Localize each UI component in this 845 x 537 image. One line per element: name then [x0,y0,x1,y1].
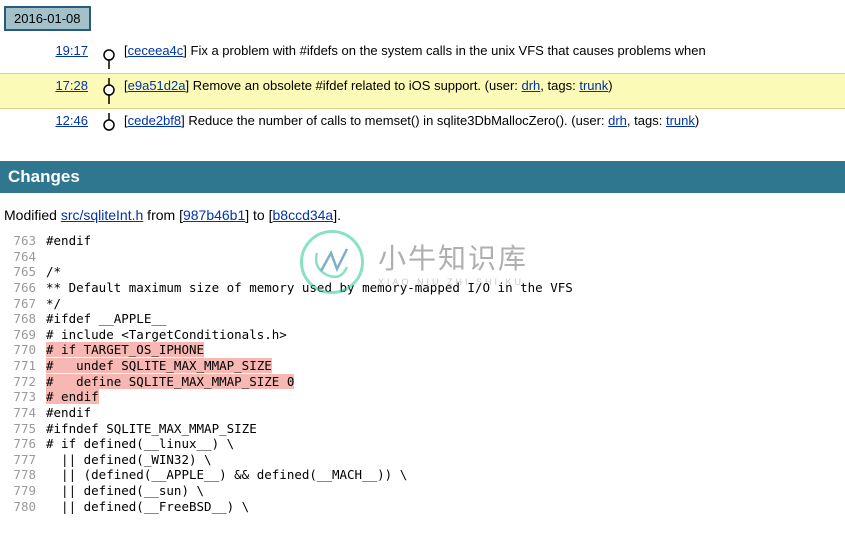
code-text: || (defined(__APPLE__) && defined(__MACH… [46,467,407,482]
timeline-message: [e9a51d2a] Remove an obsolete #ifdef rel… [118,78,845,93]
changes-heading: Changes [0,161,845,193]
rail-node-icon [100,78,118,104]
commit-hash-link[interactable]: cede2bf8 [128,113,182,128]
line-number: 766 [4,280,46,296]
user-link[interactable]: drh [522,78,541,93]
timeline-row: 19:17 [ceceea4c] Fix a problem with #ifde… [0,39,845,73]
modified-file-link[interactable]: src/sqliteInt.h [61,207,143,223]
line-number: 773 [4,389,46,405]
line-number: 779 [4,483,46,499]
code-text: /* [46,264,61,279]
user-link[interactable]: drh [608,113,627,128]
date-badge: 2016-01-08 [4,6,91,31]
commit-hash-link[interactable]: e9a51d2a [128,78,186,93]
code-text: # if TARGET_OS_IPHONE [46,342,204,357]
code-text: # endif [46,389,99,404]
code-text: || defined(_WIN32) \ [46,452,212,467]
rail-node-icon [100,43,118,69]
timeline-message: [ceceea4c] Fix a problem with #ifdefs on… [118,43,845,58]
commit-hash-link[interactable]: ceceea4c [128,43,184,58]
modified-line: Modified src/sqliteInt.h from [987b46b1]… [4,207,841,223]
code-text: */ [46,296,61,311]
line-number: 768 [4,311,46,327]
code-text: #endif [46,233,91,248]
timeline-time-link[interactable]: 19:17 [55,43,88,58]
timeline-message: [cede2bf8] Reduce the number of calls to… [118,113,845,128]
line-number: 764 [4,249,46,265]
line-number: 769 [4,327,46,343]
hash-from-link[interactable]: 987b46b1 [183,207,245,223]
timeline-row: 12:46 [cede2bf8] Reduce the number of cal… [0,109,845,143]
line-number: 767 [4,296,46,312]
tag-link[interactable]: trunk [666,113,695,128]
code-text: #ifndef SQLITE_MAX_MMAP_SIZE [46,421,257,436]
code-text: #ifdef __APPLE__ [46,311,166,326]
code-text: #endif [46,405,91,420]
line-number: 771 [4,358,46,374]
line-number: 776 [4,436,46,452]
code-text: # undef SQLITE_MAX_MMAP_SIZE [46,358,272,373]
tag-link[interactable]: trunk [579,78,608,93]
timeline-time-link[interactable]: 17:28 [55,78,88,93]
line-number: 763 [4,233,46,249]
code-text: || defined(__FreeBSD__) \ [46,499,249,514]
line-number: 777 [4,452,46,468]
rail-node-icon [100,113,118,139]
code-text: # define SQLITE_MAX_MMAP_SIZE 0 [46,374,294,389]
timeline: 19:17 [ceceea4c] Fix a problem with #ifde… [0,39,845,143]
line-number: 772 [4,374,46,390]
line-number: 774 [4,405,46,421]
line-number: 770 [4,342,46,358]
code-text: ** Default maximum size of memory used b… [46,280,573,295]
line-number: 775 [4,421,46,437]
timeline-time-link[interactable]: 12:46 [55,113,88,128]
timeline-row: 17:28 [e9a51d2a] Remove an obsolete #ifde… [0,73,845,109]
diff-block: 763#endif764765/*766** Default maximum s… [4,233,841,514]
line-number: 778 [4,467,46,483]
code-text: || defined(__sun) \ [46,483,204,498]
code-text: # include <TargetConditionals.h> [46,327,287,342]
line-number: 765 [4,264,46,280]
line-number: 780 [4,499,46,515]
hash-to-link[interactable]: b8ccd34a [273,207,334,223]
code-text: # if defined(__linux__) \ [46,436,234,451]
